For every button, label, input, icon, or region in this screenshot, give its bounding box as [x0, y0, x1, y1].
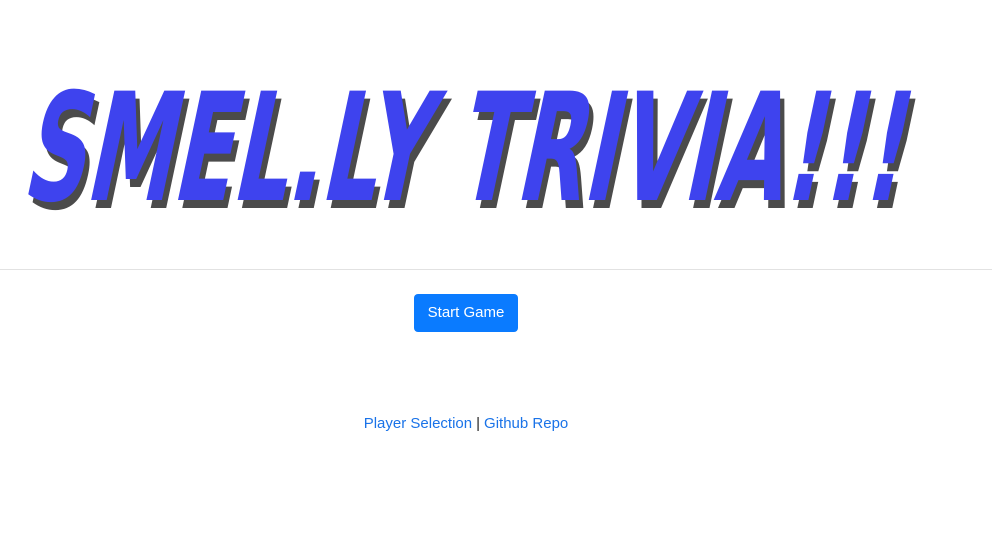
- header-divider: [0, 269, 992, 270]
- player-selection-link[interactable]: Player Selection: [364, 415, 472, 432]
- github-repo-link[interactable]: Github Repo: [484, 415, 568, 432]
- start-game-button[interactable]: Start Game: [414, 294, 518, 332]
- footer-links: Player Selection | Github Repo: [0, 414, 932, 434]
- page: SMEL.LY TRIVIA!!! SMEL.LY TRIVIA!!! Star…: [0, 0, 992, 557]
- link-separator: |: [476, 415, 481, 432]
- logo: SMEL.LY TRIVIA!!! SMEL.LY TRIVIA!!!: [14, 60, 944, 230]
- header: SMEL.LY TRIVIA!!! SMEL.LY TRIVIA!!!: [0, 0, 992, 269]
- logo-wordmark: SMEL.LY TRIVIA!!! SMEL.LY TRIVIA!!!: [14, 61, 934, 230]
- logo-main-text: SMEL.LY TRIVIA!!!: [14, 61, 930, 230]
